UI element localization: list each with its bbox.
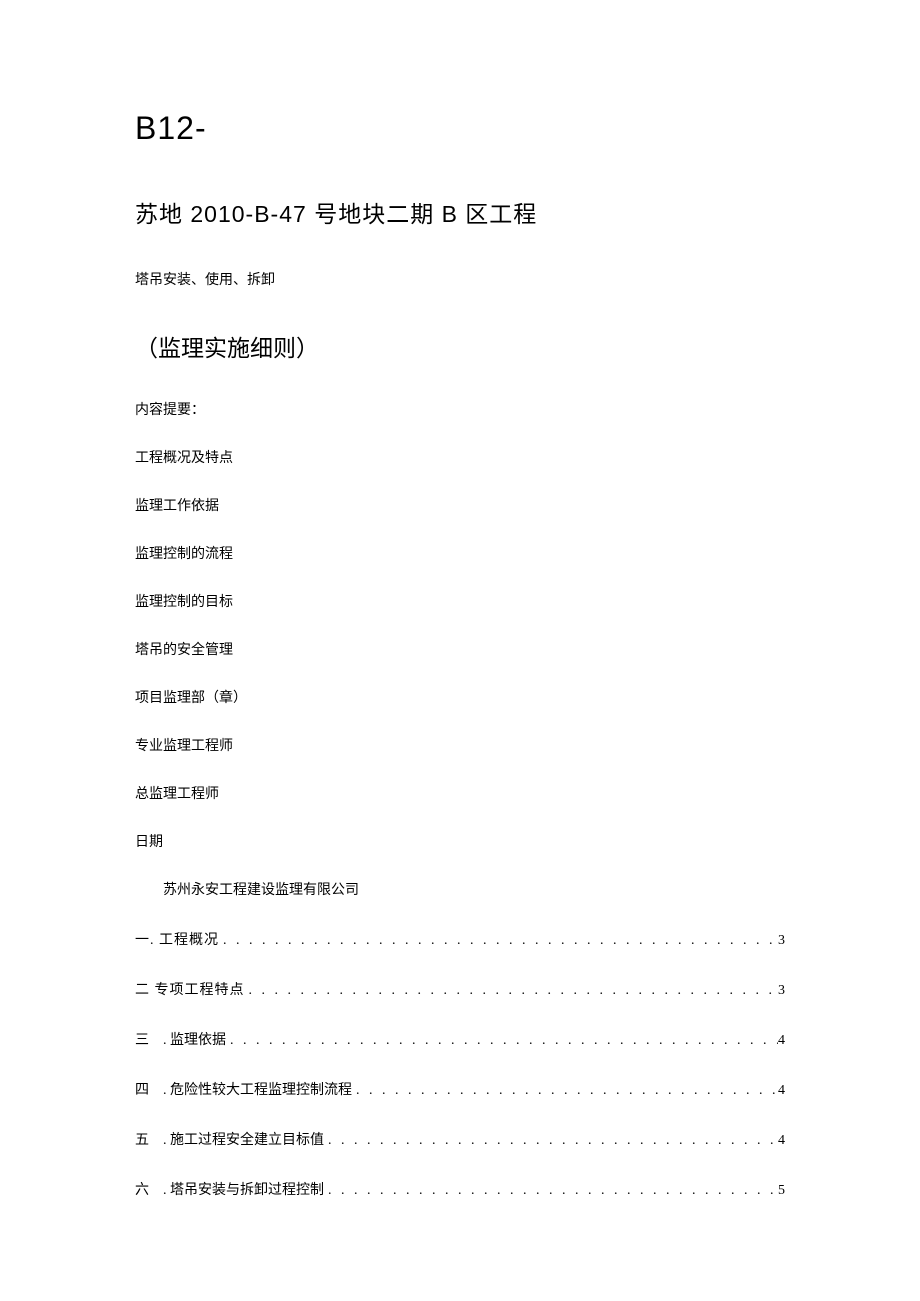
toc-label: 六 . 塔吊安装与拆卸过程控制 [135, 1179, 324, 1199]
document-number: B12- [135, 110, 785, 147]
project-title: 苏地 2010-B-47 号地块二期 B 区工程 [135, 195, 785, 229]
subtitle-large: （监理实施细则） [135, 329, 785, 363]
toc-page: 4 [778, 1133, 785, 1149]
content-item: 监理控制的目标 [135, 591, 785, 611]
toc-dots: . . . . . . . . . . . . . . . . . . . . … [324, 1133, 778, 1149]
toc-entry: 一. 工程概况 . . . . . . . . . . . . . . . . … [135, 929, 785, 949]
toc-entry: 五 . 施工过程安全建立目标值 . . . . . . . . . . . . … [135, 1129, 785, 1149]
content-item: 工程概况及特点 [135, 447, 785, 467]
subtitle-small: 塔吊安装、使用、拆卸 [135, 269, 785, 289]
toc-page: 3 [778, 983, 785, 999]
toc-entry: 三 . 监理依据 . . . . . . . . . . . . . . . .… [135, 1029, 785, 1049]
content-summary-label: 内容提要： [135, 399, 785, 419]
toc-entry: 六 . 塔吊安装与拆卸过程控制 . . . . . . . . . . . . … [135, 1179, 785, 1199]
toc-dots: . . . . . . . . . . . . . . . . . . . . … [226, 1033, 778, 1049]
toc-dots: . . . . . . . . . . . . . . . . . . . . … [245, 983, 779, 999]
content-item: 专业监理工程师 [135, 735, 785, 755]
toc-page: 5 [778, 1183, 785, 1199]
toc-label: 五 . 施工过程安全建立目标值 [135, 1129, 324, 1149]
toc-dots: . . . . . . . . . . . . . . . . . . . . … [219, 933, 778, 949]
toc-page: 4 [778, 1033, 785, 1049]
toc-entry: 二 专项工程特点 . . . . . . . . . . . . . . . .… [135, 979, 785, 999]
toc-page: 4 [778, 1083, 785, 1099]
toc-label: 二 专项工程特点 [135, 979, 245, 999]
toc-entry: 四 . 危险性较大工程监理控制流程 . . . . . . . . . . . … [135, 1079, 785, 1099]
toc-page: 3 [778, 933, 785, 949]
content-item: 监理工作依据 [135, 495, 785, 515]
company-name: 苏州永安工程建设监理有限公司 [163, 879, 785, 899]
toc-label: 一. 工程概况 [135, 929, 219, 949]
toc-label: 三 . 监理依据 [135, 1029, 226, 1049]
toc-dots: . . . . . . . . . . . . . . . . . . . . … [352, 1083, 778, 1099]
content-item: 项目监理部（章） [135, 687, 785, 707]
content-item: 监理控制的流程 [135, 543, 785, 563]
content-item: 总监理工程师 [135, 783, 785, 803]
toc-label: 四 . 危险性较大工程监理控制流程 [135, 1079, 352, 1099]
content-item: 塔吊的安全管理 [135, 639, 785, 659]
content-item: 日期 [135, 831, 785, 851]
toc-dots: . . . . . . . . . . . . . . . . . . . . … [324, 1183, 778, 1199]
